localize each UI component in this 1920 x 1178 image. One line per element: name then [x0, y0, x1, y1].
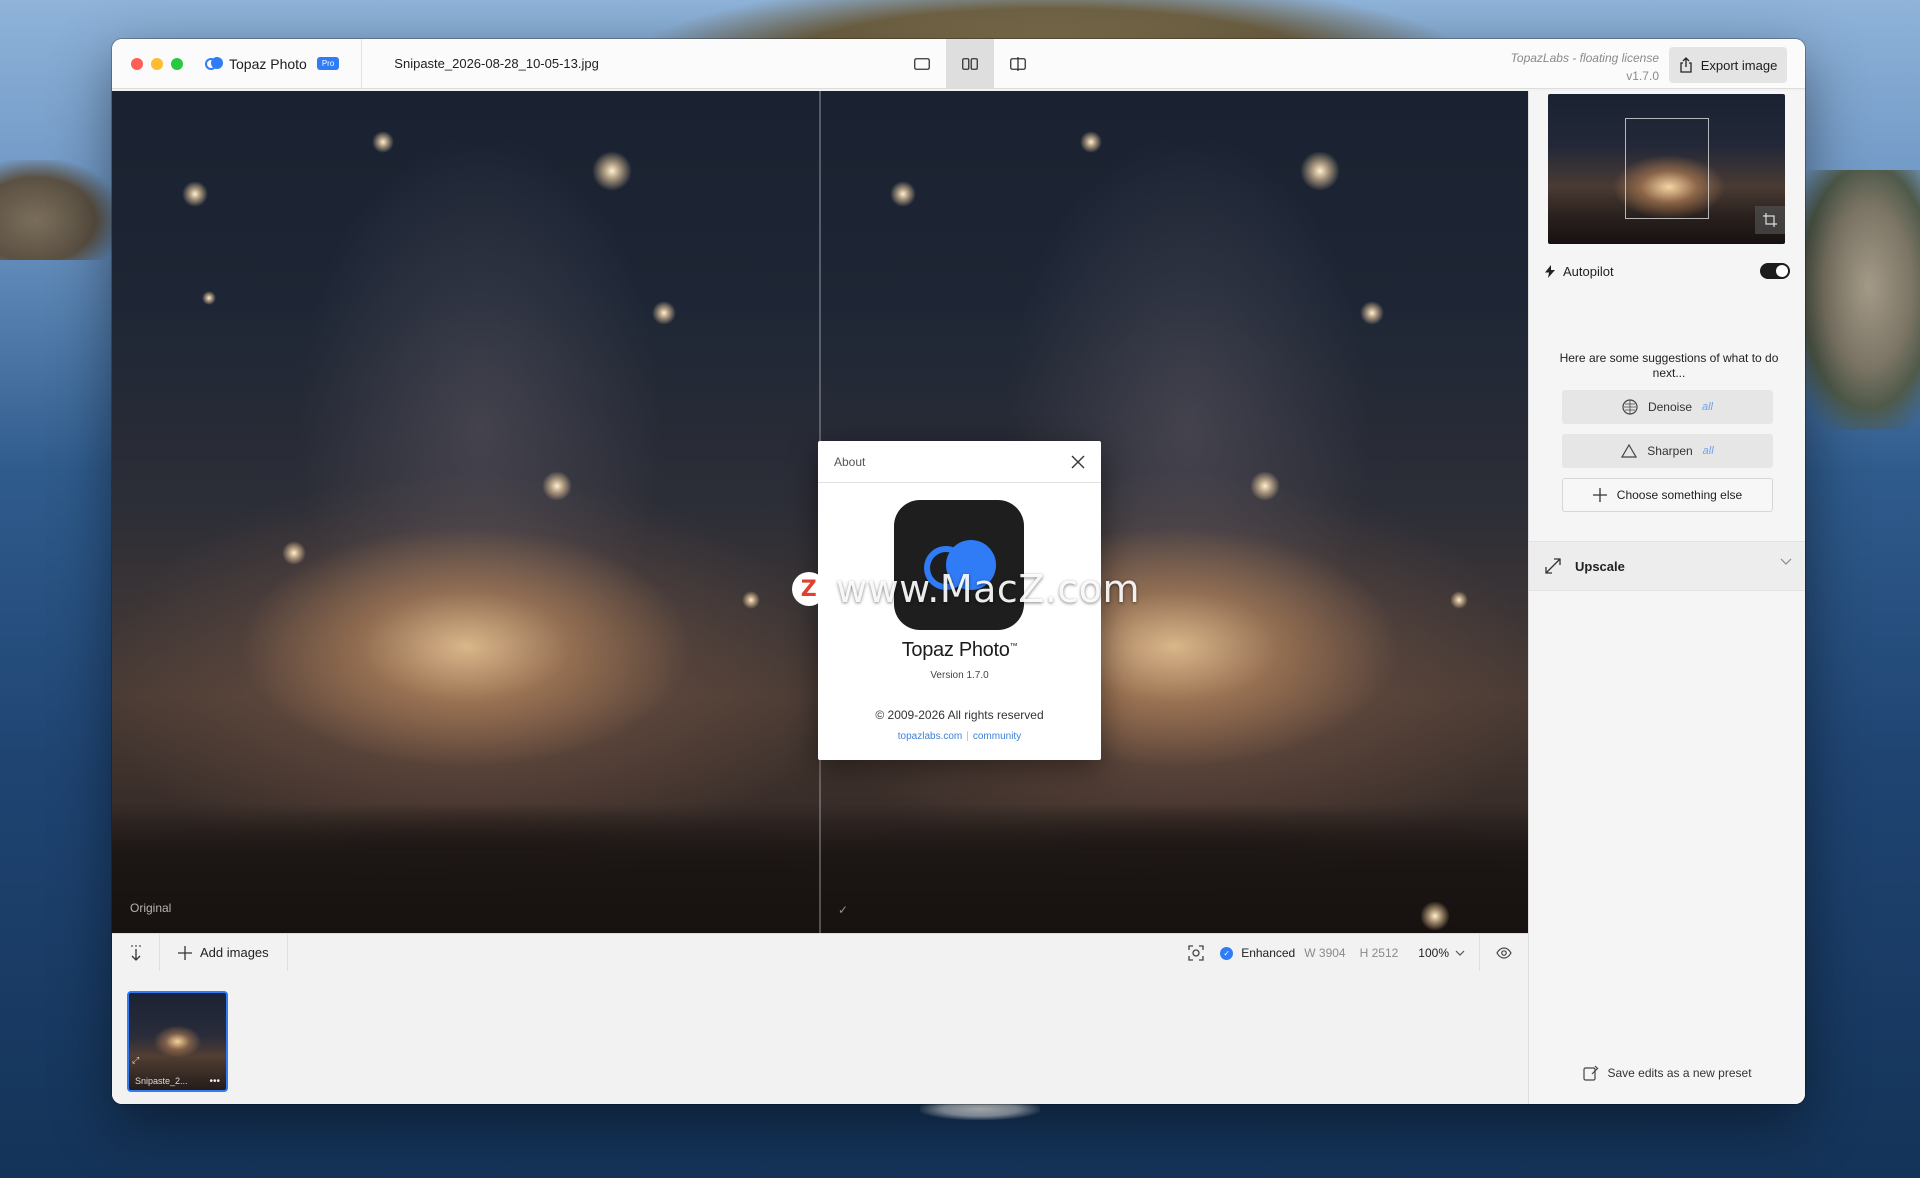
expand-icon[interactable]: ⤢ [132, 1055, 139, 1066]
export-image-button[interactable]: Export image [1669, 47, 1787, 83]
view-mode-toggles [898, 39, 1042, 89]
chevron-down-icon [1780, 558, 1792, 565]
about-version: Version 1.7.0 [930, 670, 989, 681]
sharpen-scope: all [1702, 445, 1714, 457]
side-by-side-view-icon [962, 58, 978, 70]
side-by-side-view-button[interactable] [946, 39, 994, 89]
autopilot-row: Autopilot [1545, 261, 1790, 281]
original-label: Original [130, 901, 172, 915]
lightning-icon [1545, 264, 1555, 278]
app-name: Topaz Photo [229, 55, 307, 72]
about-copyright: © 2009-2026 All rights reserved [875, 708, 1044, 722]
choose-something-else-label: Choose something else [1616, 488, 1743, 502]
file-name: Snipaste_2026-08-28_10-05-13.jpg [394, 56, 599, 71]
minimize-window-button[interactable] [151, 57, 163, 70]
bottom-toolbar: Add images ✓ Enhanced W 3904 H 2512 100% [112, 933, 1528, 972]
enhanced-check-badge[interactable]: ✓ [1220, 946, 1234, 960]
about-dialog-header: About [818, 441, 1101, 483]
save-preset-button[interactable]: Save edits as a new preset [1529, 1065, 1805, 1081]
autopilot-label: Autopilot [1563, 263, 1614, 279]
crop-button[interactable] [1755, 206, 1785, 234]
share-icon [1680, 57, 1692, 73]
add-images-button[interactable]: Add images [160, 933, 288, 972]
sharpen-label: Sharpen [1647, 444, 1693, 458]
image-info: ✓ Enhanced W 3904 H 2512 100% [1188, 934, 1528, 972]
watermark-text: www.MacZ.com [836, 567, 1141, 611]
filmstrip-thumbnail[interactable]: ⤢ Snipaste_2... ••• [127, 991, 228, 1092]
app-brand: Topaz Photo Pro [205, 39, 363, 89]
sharpen-icon [1621, 444, 1638, 458]
app-window: Topaz Photo Pro Snipaste_2026-08-28_10-0… [112, 39, 1805, 1104]
upscale-section[interactable]: Upscale [1529, 541, 1805, 591]
denoise-button[interactable]: Denoise all [1562, 390, 1773, 424]
choose-something-else-button[interactable]: Choose something else [1562, 478, 1773, 512]
about-dialog-title: About [834, 454, 866, 469]
pro-badge: Pro [316, 57, 340, 70]
close-icon[interactable] [1071, 455, 1085, 469]
topaz-logo-icon [205, 56, 223, 71]
trademark-symbol: ™ [1009, 641, 1018, 651]
license-text: TopazLabs - floating license [1510, 51, 1659, 65]
denoise-label: Denoise [1647, 400, 1692, 414]
single-view-button[interactable] [898, 39, 946, 89]
upscale-label: Upscale [1575, 558, 1625, 574]
thumbnail-name: Snipaste_2... [135, 1076, 188, 1086]
chevron-down-icon[interactable] [1455, 950, 1465, 956]
zoom-select[interactable]: 100% [1418, 946, 1449, 960]
topazlabs-link[interactable]: topazlabs.com [898, 731, 962, 742]
suggestions-intro: Here are some suggestions of what to do … [1559, 351, 1779, 380]
eye-icon [1496, 947, 1512, 959]
navigator-preview[interactable] [1548, 94, 1785, 244]
export-label: Export image [1700, 57, 1778, 73]
enhanced-check-icon: ✓ [838, 903, 849, 917]
maximize-window-button[interactable] [171, 57, 183, 70]
app-version: v1.7.0 [1626, 69, 1659, 83]
add-images-label: Add images [200, 945, 269, 960]
more-options-icon[interactable]: ••• [209, 1076, 220, 1087]
wallpaper-cliff-right [1790, 170, 1920, 430]
fit-view-button[interactable] [1188, 945, 1204, 961]
plus-icon [178, 945, 192, 960]
preview-toggle-button[interactable] [1496, 947, 1512, 959]
split-view-icon [1010, 57, 1026, 71]
denoise-scope: all [1702, 401, 1714, 413]
window-controls [131, 57, 183, 70]
split-view-button[interactable] [994, 39, 1042, 89]
navigator-viewport[interactable] [1625, 118, 1709, 219]
expand-arrows-icon [1545, 558, 1561, 574]
image-width: W 3904 [1304, 946, 1346, 960]
edit-preset-icon [1583, 1065, 1599, 1081]
community-link[interactable]: community [973, 731, 1021, 742]
image-height: H 2512 [1359, 946, 1399, 960]
wallpaper-cliff-left [0, 160, 120, 260]
about-links: topazlabs.com | community [897, 731, 1022, 742]
zoom-value: 100% [1418, 946, 1449, 960]
watermark-logo: Z [792, 572, 826, 606]
watermark: Z www.MacZ.com [792, 565, 1140, 613]
original-image-pane[interactable]: Original [112, 91, 820, 933]
sharpen-button[interactable]: Sharpen all [1562, 434, 1773, 468]
sort-down-icon [130, 944, 141, 961]
enhanced-label: Enhanced [1241, 946, 1296, 960]
denoise-icon [1622, 399, 1638, 415]
autopilot-toggle[interactable] [1760, 263, 1790, 279]
focus-frame-icon [1188, 945, 1204, 961]
filmstrip: ⤢ Snipaste_2... ••• [112, 971, 1528, 1104]
close-window-button[interactable] [131, 57, 143, 70]
sort-button[interactable] [112, 933, 160, 972]
right-sidebar: Autopilot Here are some suggestions of w… [1528, 91, 1805, 1104]
save-preset-label: Save edits as a new preset [1607, 1066, 1752, 1080]
license-info: TopazLabs - floating license v1.7.0 [1511, 49, 1659, 85]
single-view-icon [914, 58, 930, 70]
plus-icon [1592, 488, 1607, 502]
about-app-name: Topaz Photo™ [901, 639, 1018, 661]
crop-icon [1763, 213, 1777, 227]
title-bar: Topaz Photo Pro Snipaste_2026-08-28_10-0… [112, 39, 1805, 89]
